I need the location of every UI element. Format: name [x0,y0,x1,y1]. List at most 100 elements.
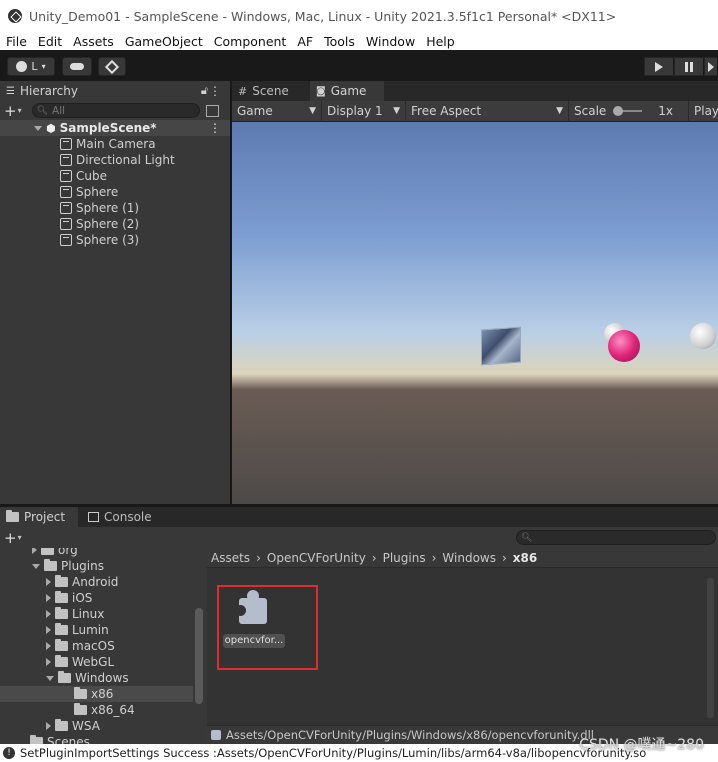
tree-item-plugins[interactable]: Plugins [0,558,205,574]
lock-icon[interactable]: 🔓︎ [201,84,208,98]
menu-assets[interactable]: Assets [67,34,119,49]
scale-slider-handle[interactable] [613,106,624,116]
expand-arrow-icon[interactable] [32,563,40,569]
tree-item-label: x86 [91,687,114,701]
tree-item-org[interactable]: org [0,548,205,558]
folder-icon [55,591,68,603]
add-button[interactable]: + [4,529,17,547]
tab-project[interactable]: Project [0,507,78,527]
menu-help[interactable]: Help [420,34,460,49]
account-dropdown[interactable]: L ▾ [7,57,55,76]
aspect-label: Free Aspect [411,104,482,118]
breadcrumb-item[interactable]: Plugins [383,551,426,565]
tab-console[interactable]: Console [78,507,162,527]
chevron-right-icon: › [256,550,261,565]
breadcrumb-current: x86 [512,550,538,565]
expand-arrow-icon[interactable] [46,722,51,730]
cloud-button[interactable] [62,57,92,76]
game-mode-label: Game [237,104,273,118]
tab-hierarchy[interactable]: ☰ Hierarchy 🔓︎ ⋮ [0,81,230,101]
tree-item-android[interactable]: Android [0,574,205,590]
hierarchy-item[interactable]: Sphere (3) [0,232,230,248]
menu-component[interactable]: Component [208,34,292,49]
expand-arrow-icon[interactable] [46,594,51,602]
tree-item-x86[interactable]: x86 [0,686,193,702]
folder-open-icon [58,671,71,683]
pause-button[interactable] [674,57,704,76]
game-viewport[interactable] [232,122,718,504]
tree-item-label: Lumin [72,623,109,637]
menu-file[interactable]: File [0,34,32,49]
account-icon [16,61,28,72]
tab-game[interactable]: ◙ Game [310,81,384,101]
hierarchy-search-input[interactable]: 🔍︎ All [31,103,200,118]
scene-row[interactable]: ⬢ SampleScene* ⋮ [0,120,230,136]
tree-item-ios[interactable]: iOS [0,590,205,606]
tree-item-webgl[interactable]: WebGL [0,654,205,670]
content-scrollbar[interactable] [707,578,714,718]
expand-arrow-icon[interactable] [46,675,54,681]
folder-icon [55,575,68,587]
gameobject-icon [60,154,72,166]
tree-item-lumin[interactable]: Lumin [0,622,205,638]
tab-scene[interactable]: # Scene [232,81,310,101]
game-view-toolbar: Game ▼ Display 1 ▼ Free Aspect ▼ Scale 1… [232,100,718,122]
kebab-menu-icon[interactable]: ⋮ [209,84,221,98]
game-mode-dropdown[interactable]: Game ▼ [232,100,322,122]
collab-button[interactable] [98,57,126,76]
chevron-down-icon[interactable]: ▾ [18,106,22,115]
tree-item-x86-64[interactable]: x86_64 [0,702,205,718]
hierarchy-item[interactable]: Sphere [0,184,230,200]
menu-tools[interactable]: Tools [318,34,360,49]
window-title: Unity_Demo01 - SampleScene - Windows, Ma… [29,8,617,24]
pause-icon [685,61,693,72]
display-dropdown[interactable]: Display 1 ▼ [322,100,406,122]
play-button[interactable] [644,57,674,76]
tree-item-label: iOS [72,591,93,605]
tree-item-wsa[interactable]: WSA [0,718,205,734]
display-label: Display 1 [327,104,383,118]
step-button[interactable] [704,57,718,76]
aspect-dropdown[interactable]: Free Aspect ▼ [406,100,569,122]
menu-edit[interactable]: Edit [32,34,67,49]
expand-arrow-icon[interactable] [46,642,51,650]
menu-window[interactable]: Window [360,34,420,49]
chevron-down-icon[interactable]: ▾ [18,533,22,542]
tree-item-macos[interactable]: macOS [0,638,205,654]
search-options-icon[interactable] [205,104,219,117]
expand-arrow-icon[interactable] [46,658,51,666]
collab-icon [104,59,120,74]
expand-arrow-icon[interactable] [46,626,51,634]
tree-item-linux[interactable]: Linux [0,606,205,622]
gameobject-icon [60,186,72,198]
project-tab-label: Project [24,510,66,524]
add-button[interactable]: + [4,102,17,120]
step-icon [708,61,714,72]
hierarchy-item[interactable]: Sphere (2) [0,216,230,232]
expand-arrow-icon[interactable] [34,125,42,131]
tree-item-label: org [58,548,78,557]
tree-item-windows[interactable]: Windows [0,670,205,686]
expand-arrow-icon[interactable] [46,578,51,586]
scale-slider[interactable] [613,106,643,116]
menu-af[interactable]: AF [291,34,318,49]
expand-arrow-icon[interactable] [46,610,51,618]
hierarchy-item[interactable]: Main Camera [0,136,230,152]
breadcrumb-item[interactable]: Assets [211,551,250,565]
breadcrumb-item[interactable]: Windows [442,551,496,565]
project-search-input[interactable]: 🔍︎ [516,530,716,545]
breadcrumb-item[interactable]: OpenCVForUnity [267,551,366,565]
unity-scene-icon: ⬢ [46,121,56,135]
folder-icon [55,607,68,619]
hierarchy-item[interactable]: Directional Light [0,152,230,168]
menu-gameobject[interactable]: GameObject [119,34,208,49]
play-maximized-dropdown[interactable]: Play [689,101,718,122]
tree-item-scenes[interactable]: Scenes [0,734,205,744]
kebab-menu-icon[interactable]: ⋮ [209,121,221,135]
hierarchy-item[interactable]: Cube [0,168,230,184]
scene-tab-label: Scene [252,84,289,98]
scale-label: Scale [574,104,607,118]
tree-scrollbar[interactable] [195,608,203,704]
expand-arrow-icon[interactable] [32,548,37,554]
hierarchy-item[interactable]: Sphere (1) [0,200,230,216]
